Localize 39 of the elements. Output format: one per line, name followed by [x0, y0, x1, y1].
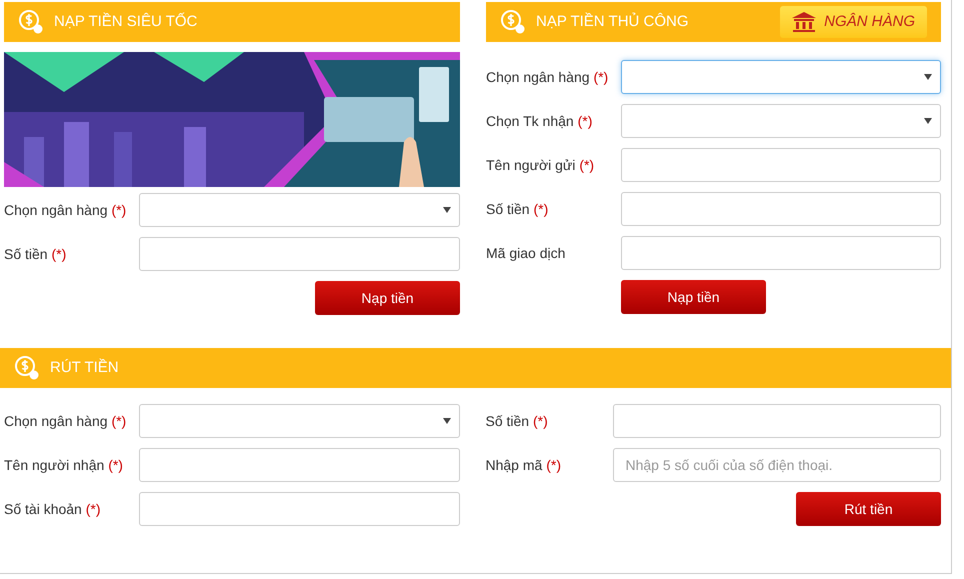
- coin-hand-icon: [14, 355, 40, 381]
- field-label: Số tài khoản (*): [4, 500, 102, 519]
- coin-hand-icon: [500, 9, 526, 35]
- field-label: Số tiền (*): [486, 200, 550, 219]
- field-label: Tên người nhận (*): [4, 456, 124, 475]
- field-label: Chọn ngân hàng (*): [4, 412, 128, 431]
- dropdown[interactable]: [139, 404, 460, 438]
- section-title: NẠP TIỀN SIÊU TỐC: [54, 12, 198, 32]
- field-label: Số tiền (*): [4, 244, 68, 264]
- input-field[interactable]: [139, 448, 460, 482]
- dropdown[interactable]: [139, 193, 460, 227]
- input-field[interactable]: Nhập 5 số cuối của số điện thoại.: [612, 448, 941, 482]
- dropdown[interactable]: [621, 104, 941, 138]
- field-label: Mã giao dịch: [486, 244, 566, 263]
- caret-icon: [443, 207, 451, 213]
- submit-button[interactable]: Nạp tiền: [621, 280, 766, 314]
- field-label: Chọn ngân hàng (*): [4, 200, 128, 220]
- field-label: Chọn Tk nhận (*): [486, 112, 594, 131]
- field-label: Chọn ngân hàng (*): [486, 68, 610, 87]
- coin-hand-icon: [18, 9, 44, 35]
- submit-button[interactable]: Nạp tiền: [315, 281, 460, 315]
- field-label: Nhập mã (*): [486, 456, 562, 475]
- field-label: Số tiền (*): [486, 412, 549, 431]
- field-label: Tên người gửi (*): [486, 156, 596, 175]
- caret-icon: [924, 118, 932, 124]
- input-field[interactable]: [612, 404, 941, 438]
- section-title: RÚT TIỀN: [50, 358, 119, 378]
- bank-icon: [792, 12, 816, 32]
- input-field[interactable]: [139, 492, 460, 526]
- caret-icon: [442, 418, 450, 424]
- input-field[interactable]: [621, 236, 941, 270]
- input-field[interactable]: [621, 148, 941, 182]
- section-title: NẠP TIỀN THỦ CÔNG: [536, 12, 689, 32]
- input-field[interactable]: [139, 237, 460, 271]
- dropdown[interactable]: [621, 60, 941, 94]
- input-field[interactable]: [621, 192, 941, 226]
- submit-button[interactable]: Rút tiền: [796, 492, 941, 526]
- bank-tab[interactable]: NGÂN HÀNG: [780, 6, 927, 38]
- caret-icon: [924, 74, 932, 80]
